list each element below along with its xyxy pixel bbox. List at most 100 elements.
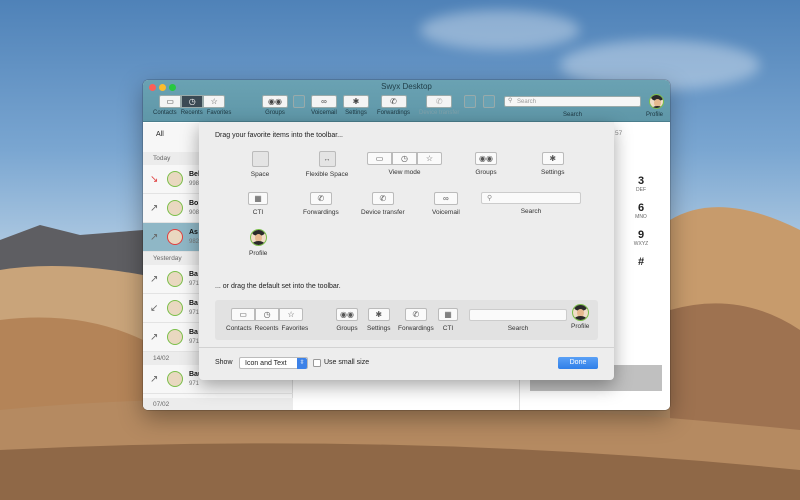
palette-settings[interactable]: ✱ Settings (541, 152, 565, 176)
palette-voicemail[interactable]: ∞ Voicemail (432, 192, 460, 216)
contact-number: 971 (189, 310, 200, 316)
groups-button[interactable]: ◉◉ Groups (262, 95, 288, 116)
default-label: Settings (367, 325, 391, 332)
device-transfer-label: Device transfer (419, 110, 460, 116)
incoming-call-icon: ↙ (150, 303, 159, 314)
profile-button[interactable] (649, 94, 664, 109)
space-item (464, 95, 476, 108)
palette-view-mode[interactable]: ▭ ◷ ☆ View mode (367, 152, 442, 176)
contact-name: Ba (189, 271, 198, 278)
default-profile: Profile (571, 304, 589, 330)
recents-icon: ◷ (392, 152, 417, 165)
gear-icon: ✱ (367, 308, 390, 321)
small-size-checkbox[interactable] (313, 359, 321, 367)
show-label: Show (215, 359, 233, 366)
space-placeholder (464, 95, 476, 108)
recents-icon[interactable]: ◷ (181, 95, 204, 108)
default-forwardings: ✆ Forwardings (398, 308, 434, 332)
key-letters: WXYZ (633, 241, 649, 247)
palette-label: Forwardings (303, 209, 339, 216)
palette-space[interactable]: Space (249, 151, 271, 178)
avatar (167, 229, 183, 245)
view-mode-segment: ▭ ◷ ☆ Contacts Recents Favorites (153, 95, 231, 116)
contact-name: Bo (189, 200, 199, 207)
cti-icon: ▦ (438, 308, 458, 321)
favorites-icon: ☆ (279, 308, 304, 321)
recents-icon: ◷ (255, 308, 280, 321)
outgoing-call-icon: ↗ (150, 374, 159, 385)
outgoing-call-icon: ↗ (150, 203, 159, 214)
contact-number: 971 (189, 381, 200, 387)
groups-icon: ◉◉ (336, 308, 358, 321)
palette-label: Search (520, 208, 542, 215)
forwarding-phone-icon: ✆ (309, 192, 332, 205)
avatar (571, 304, 589, 321)
dial-key-hash[interactable]: # (632, 256, 650, 268)
space-placeholder (251, 151, 269, 167)
done-button[interactable]: Done (558, 357, 598, 369)
contact-number: 908 (189, 210, 200, 216)
default-label: Profile (571, 323, 590, 330)
contact-number: 998 (189, 181, 200, 187)
avatar (167, 200, 183, 216)
default-label: Recents (254, 325, 279, 332)
palette-label: Voicemail (432, 209, 460, 216)
dial-key-9[interactable]: 9 WXYZ (632, 229, 650, 247)
palette-label: CTI (252, 209, 264, 216)
palette-label: Device transfer (361, 209, 405, 216)
space-placeholder (293, 95, 305, 108)
groups-icon: ◉◉ (262, 95, 288, 108)
palette-groups[interactable]: ◉◉ Groups (475, 152, 497, 176)
sheet-divider (199, 347, 614, 348)
search-icon: ⚲ (508, 98, 513, 104)
dial-key-6[interactable]: 6 MNO (632, 202, 650, 220)
voicemail-button[interactable]: ∞ Voicemail (311, 95, 337, 116)
gear-icon: ✱ (541, 152, 564, 165)
contact-number: 971 (189, 281, 200, 287)
section-header: 07/02 (143, 398, 293, 410)
key-digit: 6 (637, 202, 645, 214)
favorites-icon[interactable]: ☆ (203, 95, 226, 108)
settings-button[interactable]: ✱ Settings (343, 95, 369, 116)
search-field-preview (469, 309, 567, 321)
small-size-label: Use small size (324, 359, 370, 366)
sheet-instruction: Drag your favorite items into the toolba… (215, 132, 344, 139)
dial-number-partial: 57 (615, 130, 623, 137)
contacts-icon[interactable]: ▭ (159, 95, 182, 108)
palette-cti[interactable]: ▦ CTI (248, 192, 268, 216)
outgoing-call-icon: ↗ (150, 332, 159, 343)
default-label: Favorites (281, 325, 309, 332)
forwardings-button[interactable]: ✆ Forwardings (377, 95, 410, 116)
contacts-label: Contacts (153, 110, 177, 116)
space-item (483, 95, 495, 108)
palette-profile[interactable]: Profile (249, 229, 267, 257)
palette-label: Groups (475, 169, 497, 176)
default-cti: ▦ CTI (438, 308, 458, 332)
dial-key-3[interactable]: 3 DEF (632, 175, 650, 193)
key-digit: 3 (637, 175, 645, 187)
filter-all[interactable]: All (156, 131, 164, 138)
key-letters: DEF (636, 187, 646, 193)
contacts-icon: ▭ (367, 152, 392, 165)
palette-flexible-space[interactable]: ↔ Flexible Space (305, 151, 349, 178)
contact-number: 982 (189, 239, 200, 245)
chevron-updown-icon: ⇳ (297, 358, 307, 369)
avatar (167, 329, 183, 345)
contact-number: 971 (189, 339, 200, 345)
groups-label: Groups (265, 110, 285, 116)
default-label: Search (507, 325, 529, 332)
search-label: Search (563, 112, 583, 118)
contact-name: As (189, 229, 198, 236)
palette-device-transfer[interactable]: ✆ Device transfer (361, 192, 405, 216)
favorites-label: Favorites (206, 110, 232, 116)
device-transfer-button[interactable]: ✆ Device transfer (419, 95, 459, 116)
palette-forwardings[interactable]: ✆ Forwardings (303, 192, 339, 216)
flexible-space-icon: ↔ (318, 151, 336, 167)
default-view-mode: ▭ ◷ ☆ Contacts Recents Favorites (226, 308, 308, 332)
default-toolbar-set[interactable]: ▭ ◷ ☆ Contacts Recents Favorites ◉◉ Grou… (215, 300, 598, 340)
customize-toolbar-sheet: Drag your favorite items into the toolba… (199, 122, 614, 380)
search-input[interactable]: Search (504, 96, 641, 107)
show-mode-select[interactable]: Icon and Text ⇳ (239, 357, 308, 369)
avatar (167, 271, 183, 287)
palette-search[interactable]: ⚲ Search (481, 192, 581, 215)
